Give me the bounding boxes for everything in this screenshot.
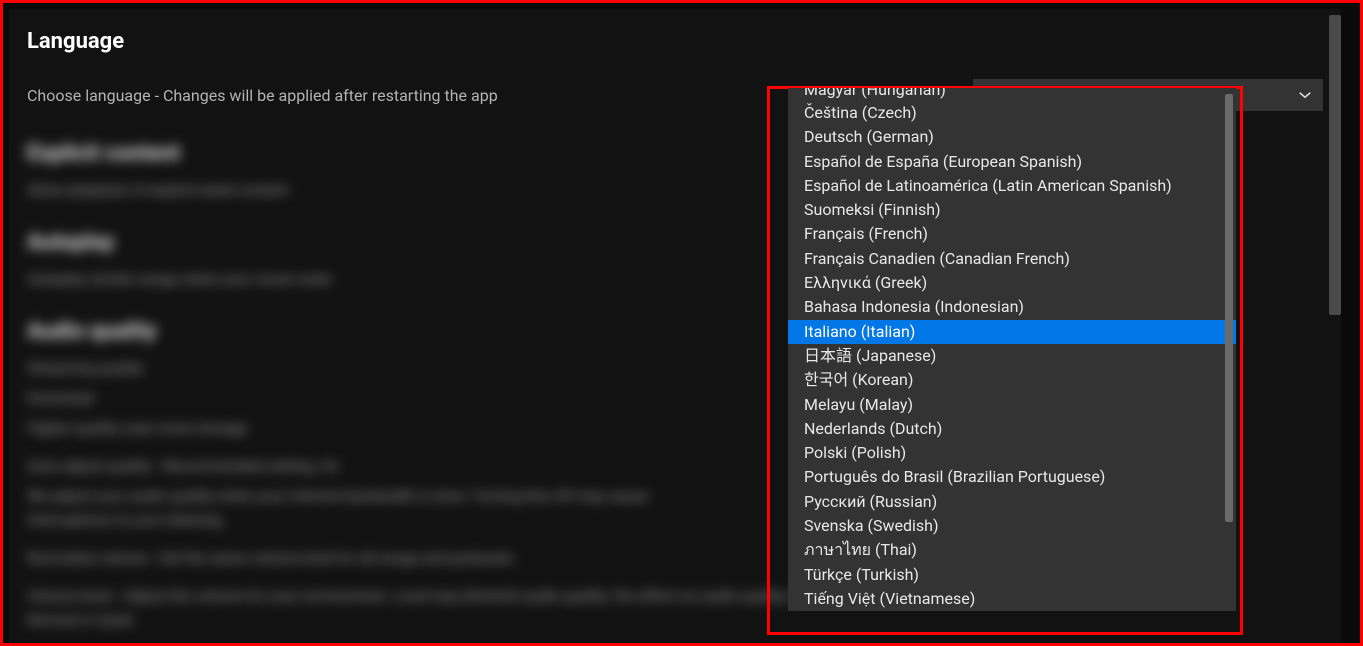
language-option[interactable]: Français (French) <box>788 222 1236 246</box>
language-option[interactable]: Português do Brasil (Brazilian Portugues… <box>788 465 1236 489</box>
language-option[interactable]: Русский (Russian) <box>788 490 1236 514</box>
audio-line-7: Volume level - Adjust the volume for you… <box>27 584 847 632</box>
language-option[interactable]: ภาษาไทย (Thai) <box>788 538 1236 562</box>
language-option[interactable]: Türkçe (Turkish) <box>788 563 1236 587</box>
language-option[interactable]: Español de España (European Spanish) <box>788 150 1236 174</box>
annotated-frame: Language Choose language - Changes will … <box>0 0 1363 646</box>
language-option[interactable]: Nederlands (Dutch) <box>788 417 1236 441</box>
page-scrollbar-thumb[interactable] <box>1329 15 1341 315</box>
language-option[interactable]: Tiếng Việt (Vietnamese) <box>788 587 1236 611</box>
language-option[interactable]: Polski (Polish) <box>788 441 1236 465</box>
language-option[interactable]: Suomeksi (Finnish) <box>788 198 1236 222</box>
language-option[interactable]: Ελληνικά (Greek) <box>788 271 1236 295</box>
language-option[interactable]: Français Canadien (Canadian French) <box>788 247 1236 271</box>
language-option[interactable]: Melayu (Malay) <box>788 393 1236 417</box>
language-option[interactable]: Magyar (Hungarian) <box>788 88 1236 101</box>
language-option[interactable]: Čeština (Czech) <box>788 101 1236 125</box>
chevron-down-icon <box>1299 89 1311 101</box>
language-option[interactable]: 한국어 (Korean) <box>788 368 1236 392</box>
section-title-language: Language <box>27 29 1323 54</box>
audio-line-5: We adjust your audio quality when your i… <box>27 484 707 532</box>
language-option[interactable]: Bahasa Indonesia (Indonesian) <box>788 295 1236 319</box>
language-option[interactable]: Deutsch (German) <box>788 125 1236 149</box>
language-option[interactable]: Svenska (Swedish) <box>788 514 1236 538</box>
language-option[interactable]: Italiano (Italian) <box>788 320 1236 344</box>
language-description: Choose language - Changes will be applie… <box>27 86 498 105</box>
language-option[interactable]: 日本語 (Japanese) <box>788 344 1236 368</box>
dropdown-scrollbar-thumb[interactable] <box>1225 94 1233 522</box>
language-dropdown[interactable]: Magyar (Hungarian)Čeština (Czech)Deutsch… <box>788 88 1236 611</box>
language-option[interactable]: Español de Latinoamérica (Latin American… <box>788 174 1236 198</box>
